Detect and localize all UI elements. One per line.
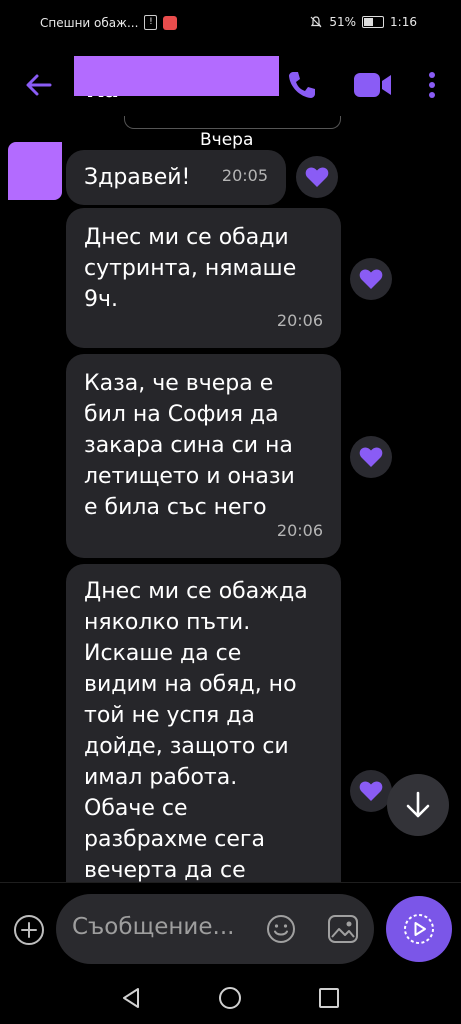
phone-icon[interactable] <box>285 68 319 102</box>
notification-text: Спешни обаж... <box>40 15 139 30</box>
message-time: 20:05 <box>221 166 268 185</box>
message-line: той не успя да <box>84 703 255 728</box>
date-chip-outline <box>124 116 341 129</box>
arrow-down-icon <box>406 791 430 818</box>
message-line: сутринта, нямаше <box>84 256 297 281</box>
message-line: имал работа. <box>84 765 238 790</box>
message-bubble[interactable]: Здравей! 20:05 <box>66 150 286 205</box>
more-options-icon[interactable] <box>424 70 440 100</box>
date-separator: Вчера <box>200 130 254 150</box>
message-bubble[interactable]: Днес ми се обади сутринта, нямаше 9ч. 20… <box>66 208 341 348</box>
like-button[interactable] <box>350 770 392 812</box>
message-line: Каза, че вчера е <box>84 371 274 396</box>
app-notification-icon <box>163 15 178 30</box>
mute-icon <box>310 16 322 28</box>
battery-icon <box>362 16 385 28</box>
message-line: няколко пъти. <box>84 610 251 635</box>
message-line: Искаше да се <box>84 641 242 666</box>
battery-percent: 51% <box>329 15 357 29</box>
clock: 1:16 <box>390 15 417 29</box>
like-button[interactable] <box>350 436 392 478</box>
message-line: Обаче се <box>84 796 188 821</box>
message-input-placeholder: Съобщение... <box>72 914 235 940</box>
message-line: бил на София да <box>84 402 279 427</box>
message-line: летището и онази <box>84 464 295 489</box>
gallery-icon[interactable] <box>326 912 360 946</box>
voice-send-button[interactable] <box>386 896 452 962</box>
add-attachment-icon[interactable] <box>13 914 45 946</box>
message-line: Днес ми се обади <box>84 225 289 250</box>
back-arrow-icon[interactable] <box>24 70 54 100</box>
heart-icon <box>305 167 329 187</box>
scroll-to-bottom-button[interactable] <box>387 774 449 836</box>
nav-home-icon[interactable] <box>218 986 242 1010</box>
avatar[interactable] <box>8 142 62 200</box>
nav-recents-icon[interactable] <box>318 987 340 1009</box>
like-button[interactable] <box>350 258 392 300</box>
message-line: разбрахме сега <box>84 827 265 852</box>
message-text: Здравей! <box>84 165 191 190</box>
message-time: 20:06 <box>276 521 323 540</box>
message-line: закара сина си на <box>84 433 293 458</box>
message-time: 20:06 <box>276 311 323 330</box>
message-bubble[interactable]: Каза, че вчера е бил на София да закара … <box>66 354 341 558</box>
status-bar: Спешни обаж... ! 51% 1:16 <box>0 0 461 44</box>
message-bubble[interactable]: Днес ми се обажда няколко пъти. Искаше д… <box>66 564 341 894</box>
heart-icon <box>359 269 383 289</box>
system-nav-bar <box>0 972 461 1024</box>
message-line: дойде, защото си <box>84 734 289 759</box>
message-line: Днес ми се обажда <box>84 579 308 604</box>
video-call-icon[interactable] <box>352 70 394 100</box>
heart-icon <box>359 447 383 467</box>
play-circle-icon <box>404 914 434 944</box>
emoji-icon[interactable] <box>265 913 297 945</box>
message-line: видим на обяд, но <box>84 672 297 697</box>
redacted-name-block <box>74 56 279 96</box>
alert-icon: ! <box>144 15 158 30</box>
nav-back-icon[interactable] <box>120 986 142 1010</box>
like-button[interactable] <box>296 156 338 198</box>
heart-icon <box>359 781 383 801</box>
